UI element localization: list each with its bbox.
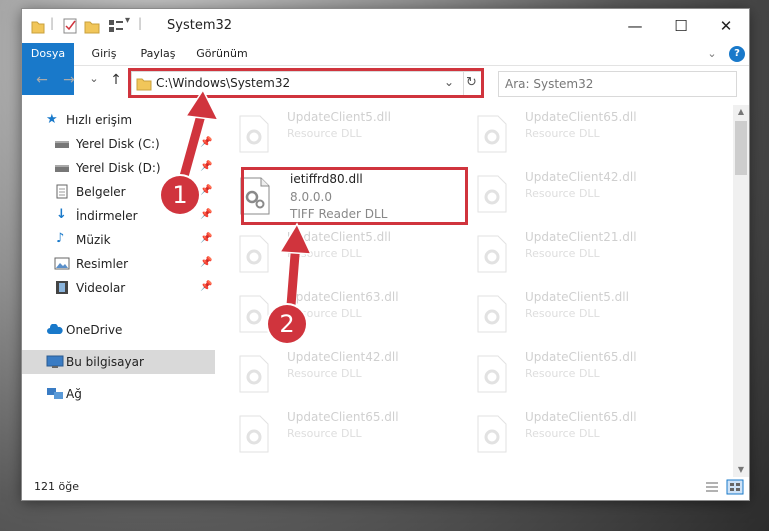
step-badge-2: 2 [268,305,306,343]
step-badge-1: 1 [161,176,199,214]
annotation-arrows [178,88,313,323]
